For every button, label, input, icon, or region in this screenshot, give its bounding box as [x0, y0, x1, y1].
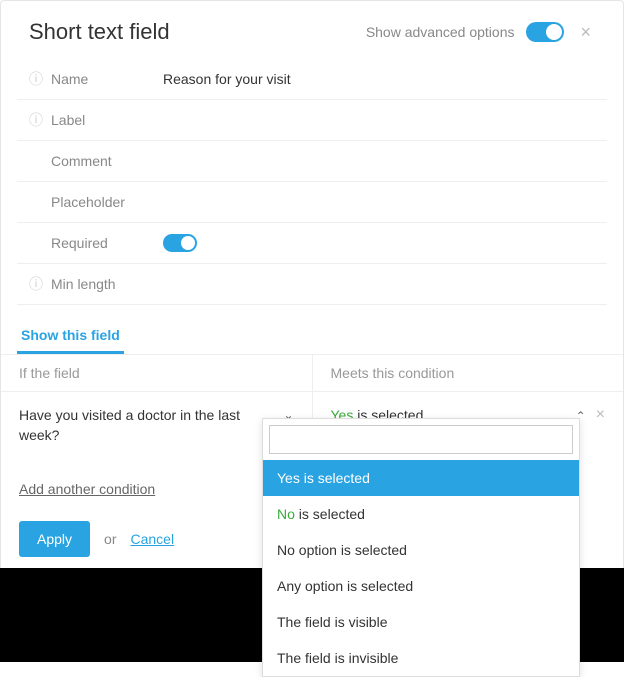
name-label: Name: [51, 71, 163, 87]
required-label: Required: [51, 235, 163, 251]
dropdown-option[interactable]: Yes is selected: [263, 460, 579, 496]
or-text: or: [104, 531, 116, 547]
add-condition-link[interactable]: Add another condition: [19, 481, 155, 497]
row-comment: ⓘ Comment: [17, 141, 607, 182]
dropdown-search-wrap: [263, 419, 579, 460]
row-label: ⓘ Label: [17, 100, 607, 141]
remove-condition-icon[interactable]: ×: [596, 406, 605, 424]
dropdown-list: Yes is selectedNo is selectedNo option i…: [263, 460, 579, 676]
dropdown-option[interactable]: The field is visible: [263, 604, 579, 640]
required-toggle[interactable]: [163, 234, 197, 252]
minlength-label: Min length: [51, 276, 163, 292]
placeholder-input[interactable]: [163, 194, 607, 210]
dropdown-option[interactable]: No option is selected: [263, 532, 579, 568]
comment-label: Comment: [51, 153, 163, 169]
header-actions: Show advanced options ×: [366, 22, 595, 43]
cancel-link[interactable]: Cancel: [130, 531, 174, 547]
tab-show-field[interactable]: Show this field: [17, 319, 124, 354]
field-select[interactable]: Have you visited a doctor in the last we…: [19, 406, 294, 445]
label-input[interactable]: [163, 112, 607, 128]
dropdown-option[interactable]: No is selected: [263, 496, 579, 532]
col-meets-label: Meets this condition: [312, 355, 624, 391]
tabs: Show this field: [1, 305, 623, 354]
row-minlength: ⓘ Min length: [17, 264, 607, 305]
col-if-label: If the field: [1, 355, 312, 391]
form-body: ⓘ Name ⓘ Label ⓘ Comment ⓘ Placeholder ⓘ…: [1, 55, 623, 305]
label-label: Label: [51, 112, 163, 128]
row-required: ⓘ Required: [17, 223, 607, 264]
advanced-options-label: Show advanced options: [366, 24, 515, 40]
panel-header: Short text field Show advanced options ×: [1, 1, 623, 55]
apply-button[interactable]: Apply: [19, 521, 90, 557]
condition-dropdown: Yes is selectedNo is selectedNo option i…: [262, 418, 580, 677]
info-icon[interactable]: ⓘ: [27, 69, 45, 89]
row-placeholder: ⓘ Placeholder: [17, 182, 607, 223]
conditions-header: If the field Meets this condition: [1, 354, 623, 392]
dropdown-search-input[interactable]: [269, 425, 573, 454]
placeholder-label: Placeholder: [51, 194, 163, 210]
close-icon[interactable]: ×: [576, 22, 595, 43]
info-icon[interactable]: ⓘ: [27, 110, 45, 130]
advanced-options-toggle[interactable]: [526, 22, 564, 42]
comment-input[interactable]: [163, 153, 607, 169]
name-input[interactable]: [163, 71, 607, 87]
dropdown-option[interactable]: The field is invisible: [263, 640, 579, 676]
minlength-input[interactable]: [163, 276, 607, 292]
row-name: ⓘ Name: [17, 59, 607, 100]
panel-title: Short text field: [29, 19, 170, 45]
dropdown-option[interactable]: Any option is selected: [263, 568, 579, 604]
info-icon[interactable]: ⓘ: [27, 274, 45, 294]
field-select-text: Have you visited a doctor in the last we…: [19, 406, 283, 445]
